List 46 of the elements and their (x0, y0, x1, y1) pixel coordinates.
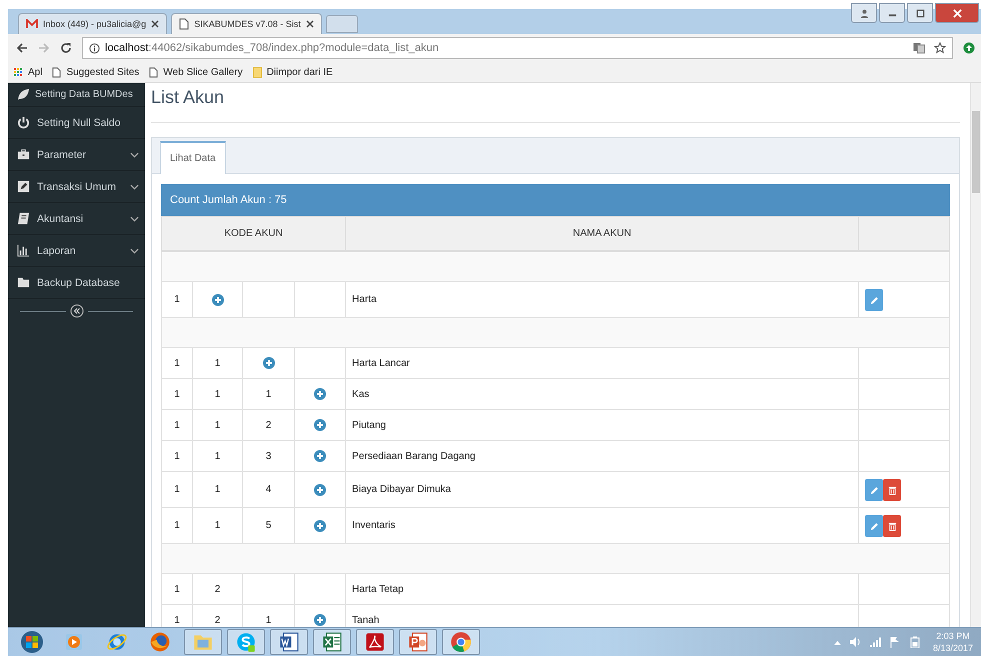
table-cell: 4 (242, 472, 294, 508)
table-cell: 1 (192, 410, 242, 440)
table-cell: 3 (242, 440, 294, 472)
column-header: NAMA AKUN (346, 216, 858, 251)
bookmark[interactable]: Suggested Sites (52, 66, 140, 78)
panel-heading: Count Jumlah Akun : 75 (161, 184, 950, 216)
sidebar-item[interactable]: Transaksi Umum (8, 171, 145, 203)
tab-title: Inbox (449) - pu3alicia@g (43, 19, 146, 29)
bookmark[interactable]: Web Slice Gallery (149, 66, 243, 78)
table-cell: Kas (346, 378, 858, 410)
bookmark[interactable]: Apl (14, 66, 42, 78)
table-cell: Persediaan Barang Dagang (346, 440, 858, 472)
table-cell: 1 (162, 410, 192, 440)
bookmark[interactable]: Diimpor dari IE (252, 66, 333, 78)
table-cell: 2 (192, 574, 242, 604)
table-cell: 1 (162, 472, 192, 508)
sidebar-item[interactable]: Setting Data BUMDes (8, 83, 145, 107)
address-field[interactable]: localhost:44062/sikabumdes_708/index.php?module=data_list_akun (82, 37, 953, 59)
table-cell: 1 (192, 378, 242, 410)
clock-time: 2:03 PM (936, 630, 970, 642)
table-cell: Piutang (346, 410, 858, 440)
table-cell: 1 (162, 440, 192, 472)
table-cell: Harta Lancar (346, 348, 858, 378)
tab[interactable]: Lihat Data (160, 141, 226, 174)
table-cell: 1 (162, 574, 192, 604)
page-title: List Akun (151, 87, 960, 123)
url-text: localhost:44062/sikabumdes_708/index.php?module=data_list_akun (105, 42, 440, 54)
table-cell: Biaya Dibayar Dimuka (346, 472, 858, 508)
sidebar-item[interactable]: Laporan (8, 235, 145, 267)
clock-date: 8/13/2017 (932, 642, 973, 654)
browser-tab[interactable]: SIKABUMDES v7.08 - Sist (171, 13, 322, 34)
column-header: KODE AKUN (162, 216, 346, 251)
sidebar-item[interactable]: Backup Database (8, 267, 145, 299)
table-cell: 1 (192, 440, 242, 472)
table-cell: 2 (242, 410, 294, 440)
sidebar-item[interactable]: Setting Null Saldo (8, 107, 145, 139)
table-cell: Harta Tetap (346, 574, 858, 604)
sidebar-item[interactable]: Akuntansi (8, 203, 145, 235)
browser-tab[interactable]: Inbox (449) - pu3alicia@g (18, 13, 168, 34)
table-cell: 1 (162, 348, 192, 378)
table-cell: 1 (162, 378, 192, 410)
table-cell: 1 (192, 472, 242, 508)
table-cell: 1 (192, 348, 242, 378)
tab-title: SIKABUMDES v7.08 - Sist (194, 19, 301, 29)
sidebar-item[interactable]: Parameter (8, 139, 145, 171)
table-cell: 1 (242, 378, 294, 410)
